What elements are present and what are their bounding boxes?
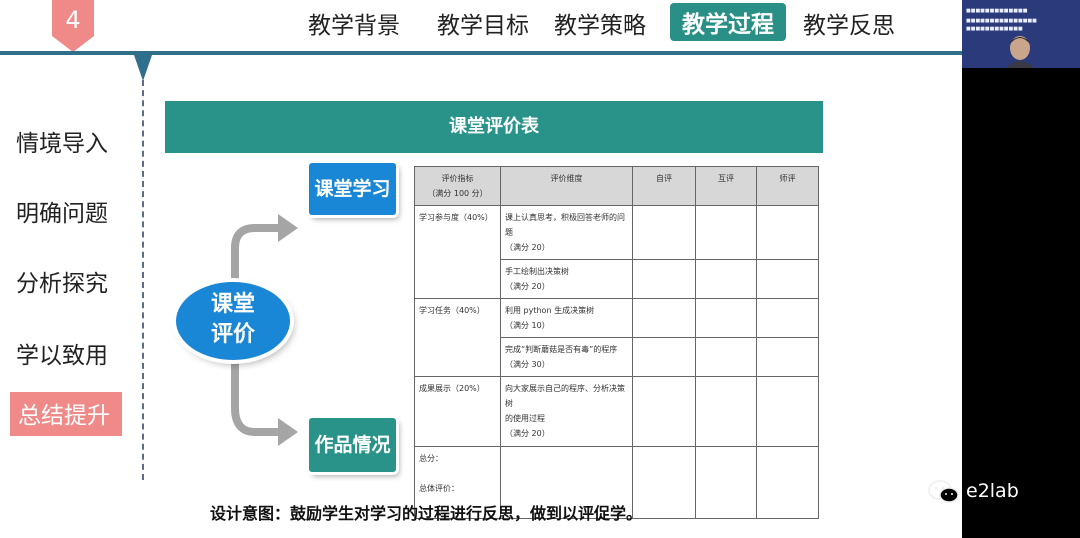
self-score-cell[interactable] bbox=[632, 298, 696, 338]
header-full-score: （满分 100 分） bbox=[427, 189, 488, 198]
presenter-avatar bbox=[1006, 36, 1034, 68]
tab-teaching-goals[interactable]: 教学目标 bbox=[437, 6, 529, 40]
table-row: 成果展示（20%） 向大家展示自己的程序、分析决策树的使用过程 （满分 20） bbox=[414, 376, 819, 447]
score-text: （满分 10） bbox=[505, 321, 550, 330]
table-header-row: 评价指标 （满分 100 分） 评价维度 自评 互评 师评 bbox=[414, 166, 819, 206]
dimension-text-cont: 的使用过程 bbox=[505, 414, 545, 423]
video-banner-line: ■■■■■■■■■■■■ bbox=[966, 26, 1023, 32]
dimension-cell: 向大家展示自己的程序、分析决策树的使用过程 （满分 20） bbox=[500, 376, 633, 447]
sidebar-divider bbox=[142, 80, 144, 480]
section-badge: 4 bbox=[52, 0, 94, 54]
marker-triangle bbox=[134, 55, 152, 81]
slide-header: 4 教学背景 教学目标 教学策略 教学过程 教学反思 bbox=[0, 0, 962, 54]
sidebar-item-summary[interactable]: 总结提升 bbox=[10, 392, 122, 436]
circle-text-line1: 课堂 bbox=[210, 292, 255, 317]
sidebar-item-intro[interactable]: 情境导入 bbox=[16, 124, 108, 158]
design-intent-text: 设计意图：鼓励学生对学习的过程进行反思，做到以评促学。 bbox=[210, 504, 643, 523]
teacher-score-cell[interactable] bbox=[756, 376, 819, 447]
classroom-evaluation-circle: 课堂 评价 bbox=[176, 282, 290, 360]
score-text: （满分 20） bbox=[505, 429, 550, 438]
tab-teaching-strategy[interactable]: 教学策略 bbox=[554, 6, 646, 40]
section-number: 4 bbox=[65, 6, 81, 34]
header-indicator: 评价指标 （满分 100 分） bbox=[414, 166, 501, 206]
table-title-banner: 课堂评价表 bbox=[165, 101, 823, 153]
tab-teaching-background[interactable]: 教学背景 bbox=[308, 6, 400, 40]
dimension-cell: 课上认真思考，积极回答老师的问题 （满分 20） bbox=[500, 205, 633, 260]
self-score-cell[interactable] bbox=[632, 337, 696, 377]
score-text: （满分 20） bbox=[505, 282, 550, 291]
dimension-text: 利用 python 生成决策树 bbox=[505, 306, 595, 315]
wechat-icon bbox=[928, 480, 959, 503]
self-score-cell[interactable] bbox=[632, 205, 696, 260]
total-peer-cell[interactable] bbox=[695, 446, 757, 519]
table-row: 学习参与度（40%） 课上认真思考，积极回答老师的问题 （满分 20） bbox=[414, 205, 819, 299]
sidebar-item-apply[interactable]: 学以致用 bbox=[16, 336, 108, 370]
peer-score-cell[interactable] bbox=[695, 376, 757, 447]
header-teacher: 师评 bbox=[756, 166, 819, 206]
indicator-cell: 学习参与度（40%） bbox=[414, 205, 501, 299]
score-text: （满分 30） bbox=[505, 360, 550, 369]
peer-score-cell[interactable] bbox=[695, 205, 757, 260]
video-banner-line: ■■■■■■■■■■■■■■■ bbox=[966, 18, 1037, 24]
self-score-cell[interactable] bbox=[632, 376, 696, 447]
dimension-cell: 完成“判断蘑菇是否有毒”的程序 （满分 30） bbox=[500, 337, 633, 377]
video-banner-line: ■■■■■■■■■■■■■ bbox=[966, 8, 1028, 14]
dimension-cell: 手工绘制出决策树 （满分 20） bbox=[500, 259, 633, 299]
overall-label: 总体评价： bbox=[419, 484, 459, 493]
header-self: 自评 bbox=[632, 166, 696, 206]
indicator-cell: 学习任务（40%） bbox=[414, 298, 501, 377]
dimension-text: 向大家展示自己的程序、分析决策树 bbox=[505, 384, 625, 408]
dimension-text: 完成“判断蘑菇是否有毒”的程序 bbox=[505, 345, 618, 354]
evaluation-table: 评价指标 （满分 100 分） 评价维度 自评 互评 师评 学习参与度（40%） … bbox=[414, 166, 819, 519]
tab-teaching-process[interactable]: 教学过程 bbox=[670, 3, 786, 41]
peer-score-cell[interactable] bbox=[695, 259, 757, 299]
circle-text-line2: 评价 bbox=[210, 322, 255, 347]
dimension-text: 课上认真思考，积极回答老师的问题 bbox=[505, 213, 625, 237]
dimension-text: 手工绘制出决策树 bbox=[505, 267, 569, 276]
wechat-watermark: e2lab bbox=[928, 478, 1068, 506]
score-text: （满分 20） bbox=[505, 243, 550, 252]
header-dimension: 评价维度 bbox=[500, 166, 633, 206]
peer-score-cell[interactable] bbox=[695, 298, 757, 338]
sidebar-item-problem[interactable]: 明确问题 bbox=[16, 194, 108, 228]
teacher-score-cell[interactable] bbox=[756, 298, 819, 338]
teacher-score-cell[interactable] bbox=[756, 259, 819, 299]
presentation-slide: 4 教学背景 教学目标 教学策略 教学过程 教学反思 情境导入 明确问题 分析探… bbox=[0, 0, 962, 538]
watermark-text: e2lab bbox=[966, 480, 1019, 502]
tab-teaching-reflection[interactable]: 教学反思 bbox=[803, 6, 895, 40]
webcam-thumbnail[interactable]: ■■■■■■■■■■■■■ ■■■■■■■■■■■■■■■ ■■■■■■■■■■… bbox=[962, 0, 1080, 68]
sidebar-item-explore[interactable]: 分析探究 bbox=[16, 264, 108, 298]
table-row: 学习任务（40%） 利用 python 生成决策树 （满分 10） bbox=[414, 298, 819, 377]
self-score-cell[interactable] bbox=[632, 259, 696, 299]
teacher-score-cell[interactable] bbox=[756, 205, 819, 260]
peer-score-cell[interactable] bbox=[695, 337, 757, 377]
total-label: 总分： bbox=[419, 454, 443, 463]
classroom-learning-box: 课堂学习 bbox=[309, 163, 396, 215]
indicator-cell: 成果展示（20%） bbox=[414, 376, 501, 447]
teacher-score-cell[interactable] bbox=[756, 337, 819, 377]
header-indicator-label: 评价指标 bbox=[441, 174, 474, 183]
total-teacher-cell[interactable] bbox=[756, 446, 819, 519]
dimension-cell: 利用 python 生成决策树 （满分 10） bbox=[500, 298, 633, 338]
header-peer: 互评 bbox=[695, 166, 757, 206]
work-status-box: 作品情况 bbox=[309, 418, 396, 472]
